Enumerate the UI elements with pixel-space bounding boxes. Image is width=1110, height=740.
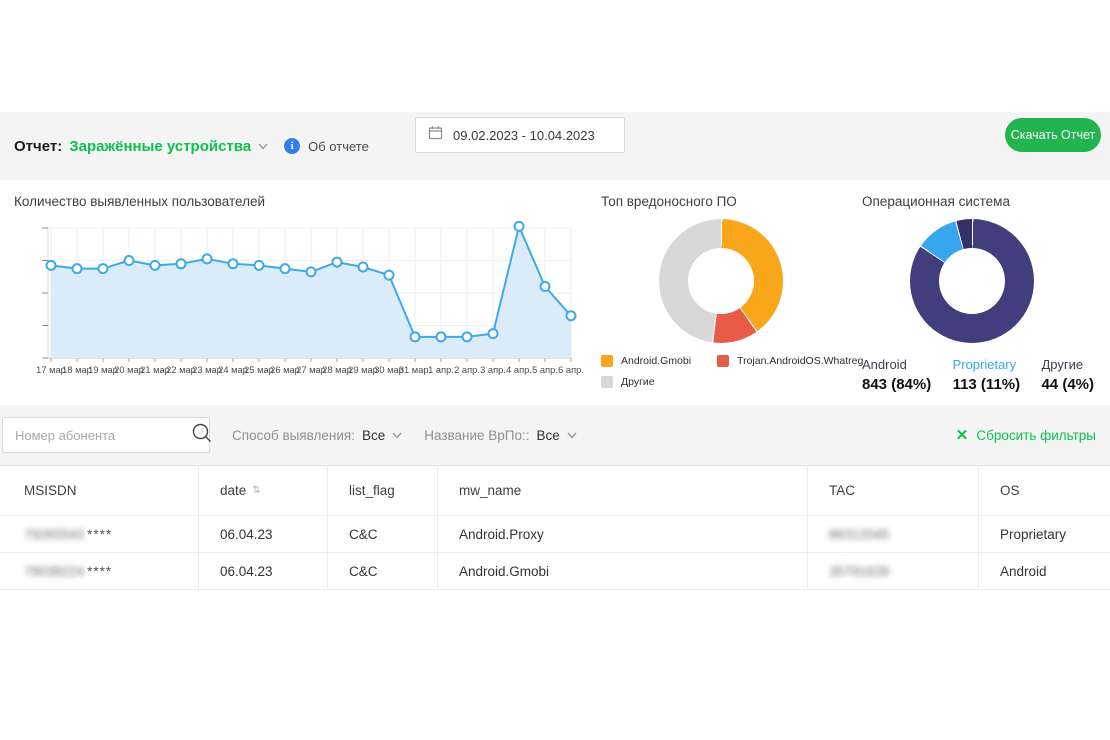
users-line-chart-section: Количество выявленных пользователей 17 м…	[0, 180, 591, 405]
report-label: Отчет:	[14, 138, 62, 155]
legend-item: Android.Gmobi	[601, 355, 691, 367]
svg-text:2 апр.: 2 апр.	[454, 365, 480, 375]
column-header-label: mw_name	[459, 483, 521, 498]
malware-donut-section: Топ вредоносного ПО Android.GmobiTrojan.…	[591, 180, 848, 405]
legend-row: Другие	[601, 376, 848, 388]
table-row: 79265543****06.04.23C&CAndroid.Proxy8631…	[0, 516, 1110, 553]
malware-name-filter[interactable]: Название ВрПо:: Все	[424, 428, 577, 443]
legend-swatch-icon	[601, 376, 613, 388]
malware-name-value: Все	[537, 428, 560, 443]
about-report-label: Об отчете	[308, 139, 369, 154]
os-stat-label: Другие	[1041, 357, 1094, 372]
legend-item: Другие	[601, 376, 655, 388]
os-stat-label: Proprietary	[953, 357, 1021, 372]
msisdn-cell: 79038224****	[0, 553, 199, 589]
malware-donut-chart	[659, 219, 783, 343]
detection-method-label: Способ выявления:	[232, 428, 355, 443]
reset-filters-label: Сбросить фильтры	[976, 428, 1096, 443]
tac-cell: 86312045	[808, 516, 979, 552]
os-stat-label: Android	[862, 357, 931, 372]
svg-text:6 апр.: 6 апр.	[558, 365, 584, 375]
date-cell: 06.04.23	[199, 553, 328, 589]
os-donut-chart	[910, 219, 1034, 343]
detection-method-filter[interactable]: Способ выявления: Все	[232, 428, 402, 443]
os-chart-title: Операционная система	[848, 180, 1110, 209]
os-donut-section: Операционная система Android 843 (84%) Pro…	[848, 180, 1110, 405]
column-header-mw_name: mw_name	[438, 466, 808, 515]
date-range-value: 09.02.2023 - 10.04.2023	[453, 128, 595, 143]
calendar-icon	[428, 125, 443, 145]
legend-label: Другие	[621, 376, 655, 388]
subscriber-search-box[interactable]	[2, 417, 210, 453]
column-header-date[interactable]: date ⇅	[199, 466, 328, 515]
report-name: Заражённые устройства	[69, 138, 251, 155]
top-whitespace	[0, 0, 1110, 112]
svg-text:1 апр.: 1 апр.	[428, 365, 454, 375]
legend-swatch-icon	[717, 355, 729, 367]
report-header: Отчет: Заражённые устройства i Об отчете…	[0, 112, 1110, 180]
table-row: 79038224****06.04.23C&CAndroid.Gmobi3579…	[0, 553, 1110, 590]
malware-legend: Android.GmobiTrojan.AndroidOS.Whatreg Дру…	[601, 355, 848, 388]
legend-swatch-icon	[601, 355, 613, 367]
detection-method-value: Все	[362, 428, 385, 443]
legend-row: Android.GmobiTrojan.AndroidOS.Whatreg	[601, 355, 848, 367]
malware-chart-title: Топ вредоносного ПО	[591, 180, 848, 209]
users-line-chart: 17 мар18 мар19 мар20 мар21 мар22 мар23 м…	[0, 213, 591, 385]
date-cell: 06.04.23	[199, 516, 328, 552]
svg-text:5 апр.: 5 апр.	[532, 365, 558, 375]
line-chart-title: Количество выявленных пользователей	[0, 180, 591, 209]
os-cell: Proprietary	[979, 516, 1110, 552]
chevron-down-icon	[258, 141, 268, 151]
legend-label: Trojan.AndroidOS.Whatreg	[737, 355, 863, 367]
tac-cell: 35791628	[808, 553, 979, 589]
os-stat-value: 113 (11%)	[953, 376, 1021, 393]
os-stat: Другие 44 (4%)	[1041, 357, 1094, 393]
column-header-label: date	[220, 483, 246, 498]
os-cell: Android	[979, 553, 1110, 589]
mw-name-cell: Android.Proxy	[438, 516, 808, 552]
chevron-down-icon	[567, 430, 577, 440]
chevron-down-icon	[392, 430, 402, 440]
legend-item: Trojan.AndroidOS.Whatreg	[717, 355, 863, 367]
column-header-msisdn: MSISDN	[0, 466, 199, 515]
legend-label: Android.Gmobi	[621, 355, 691, 367]
table-header-row: MSISDN date ⇅ list_flag mw_name TAC OS	[0, 466, 1110, 516]
about-report[interactable]: i Об отчете	[284, 138, 369, 154]
os-stat: Proprietary 113 (11%)	[953, 357, 1021, 393]
date-range-picker[interactable]: 09.02.2023 - 10.04.2023	[415, 117, 625, 153]
svg-text:31 мар.: 31 мар.	[399, 365, 431, 375]
search-icon[interactable]	[191, 422, 213, 449]
column-header-tac: TAC	[808, 466, 979, 515]
reset-filters-button[interactable]: ✕ Сбросить фильтры	[956, 428, 1096, 443]
malware-name-label: Название ВрПо::	[424, 428, 529, 443]
filter-bar: Способ выявления: Все Название ВрПо:: Вс…	[0, 405, 1110, 465]
column-header-list_flag: list_flag	[328, 466, 438, 515]
os-stat-value: 843 (84%)	[862, 376, 931, 393]
column-header-os: OS	[979, 466, 1110, 515]
svg-text:4 апр.: 4 апр.	[506, 365, 532, 375]
column-header-label: TAC	[829, 483, 855, 498]
close-icon: ✕	[956, 428, 969, 443]
subscriber-search-input[interactable]	[15, 428, 191, 443]
os-stat: Android 843 (84%)	[862, 357, 931, 393]
report-page: Отчет: Заражённые устройства i Об отчете…	[0, 112, 1110, 465]
os-stat-value: 44 (4%)	[1041, 376, 1094, 393]
report-selector[interactable]: Отчет: Заражённые устройства	[14, 138, 268, 155]
infected-devices-table: MSISDN date ⇅ list_flag mw_name TAC OS 7926554…	[0, 465, 1110, 590]
table-body: 79265543****06.04.23C&CAndroid.Proxy8631…	[0, 516, 1110, 590]
os-stats: Android 843 (84%) Proprietary 113 (11%) Друг…	[848, 343, 1110, 393]
charts-card: Количество выявленных пользователей 17 м…	[0, 180, 1110, 405]
column-header-label: list_flag	[349, 483, 395, 498]
msisdn-cell: 79265543****	[0, 516, 199, 552]
column-header-label: MSISDN	[24, 483, 77, 498]
download-report-button[interactable]: Скачать Отчет	[1005, 118, 1101, 152]
info-icon: i	[284, 138, 300, 154]
sort-icon[interactable]: ⇅	[252, 485, 260, 496]
svg-text:3 апр.: 3 апр.	[480, 365, 506, 375]
list-flag-cell: C&C	[328, 553, 438, 589]
column-header-label: OS	[1000, 483, 1020, 498]
list-flag-cell: C&C	[328, 516, 438, 552]
mw-name-cell: Android.Gmobi	[438, 553, 808, 589]
